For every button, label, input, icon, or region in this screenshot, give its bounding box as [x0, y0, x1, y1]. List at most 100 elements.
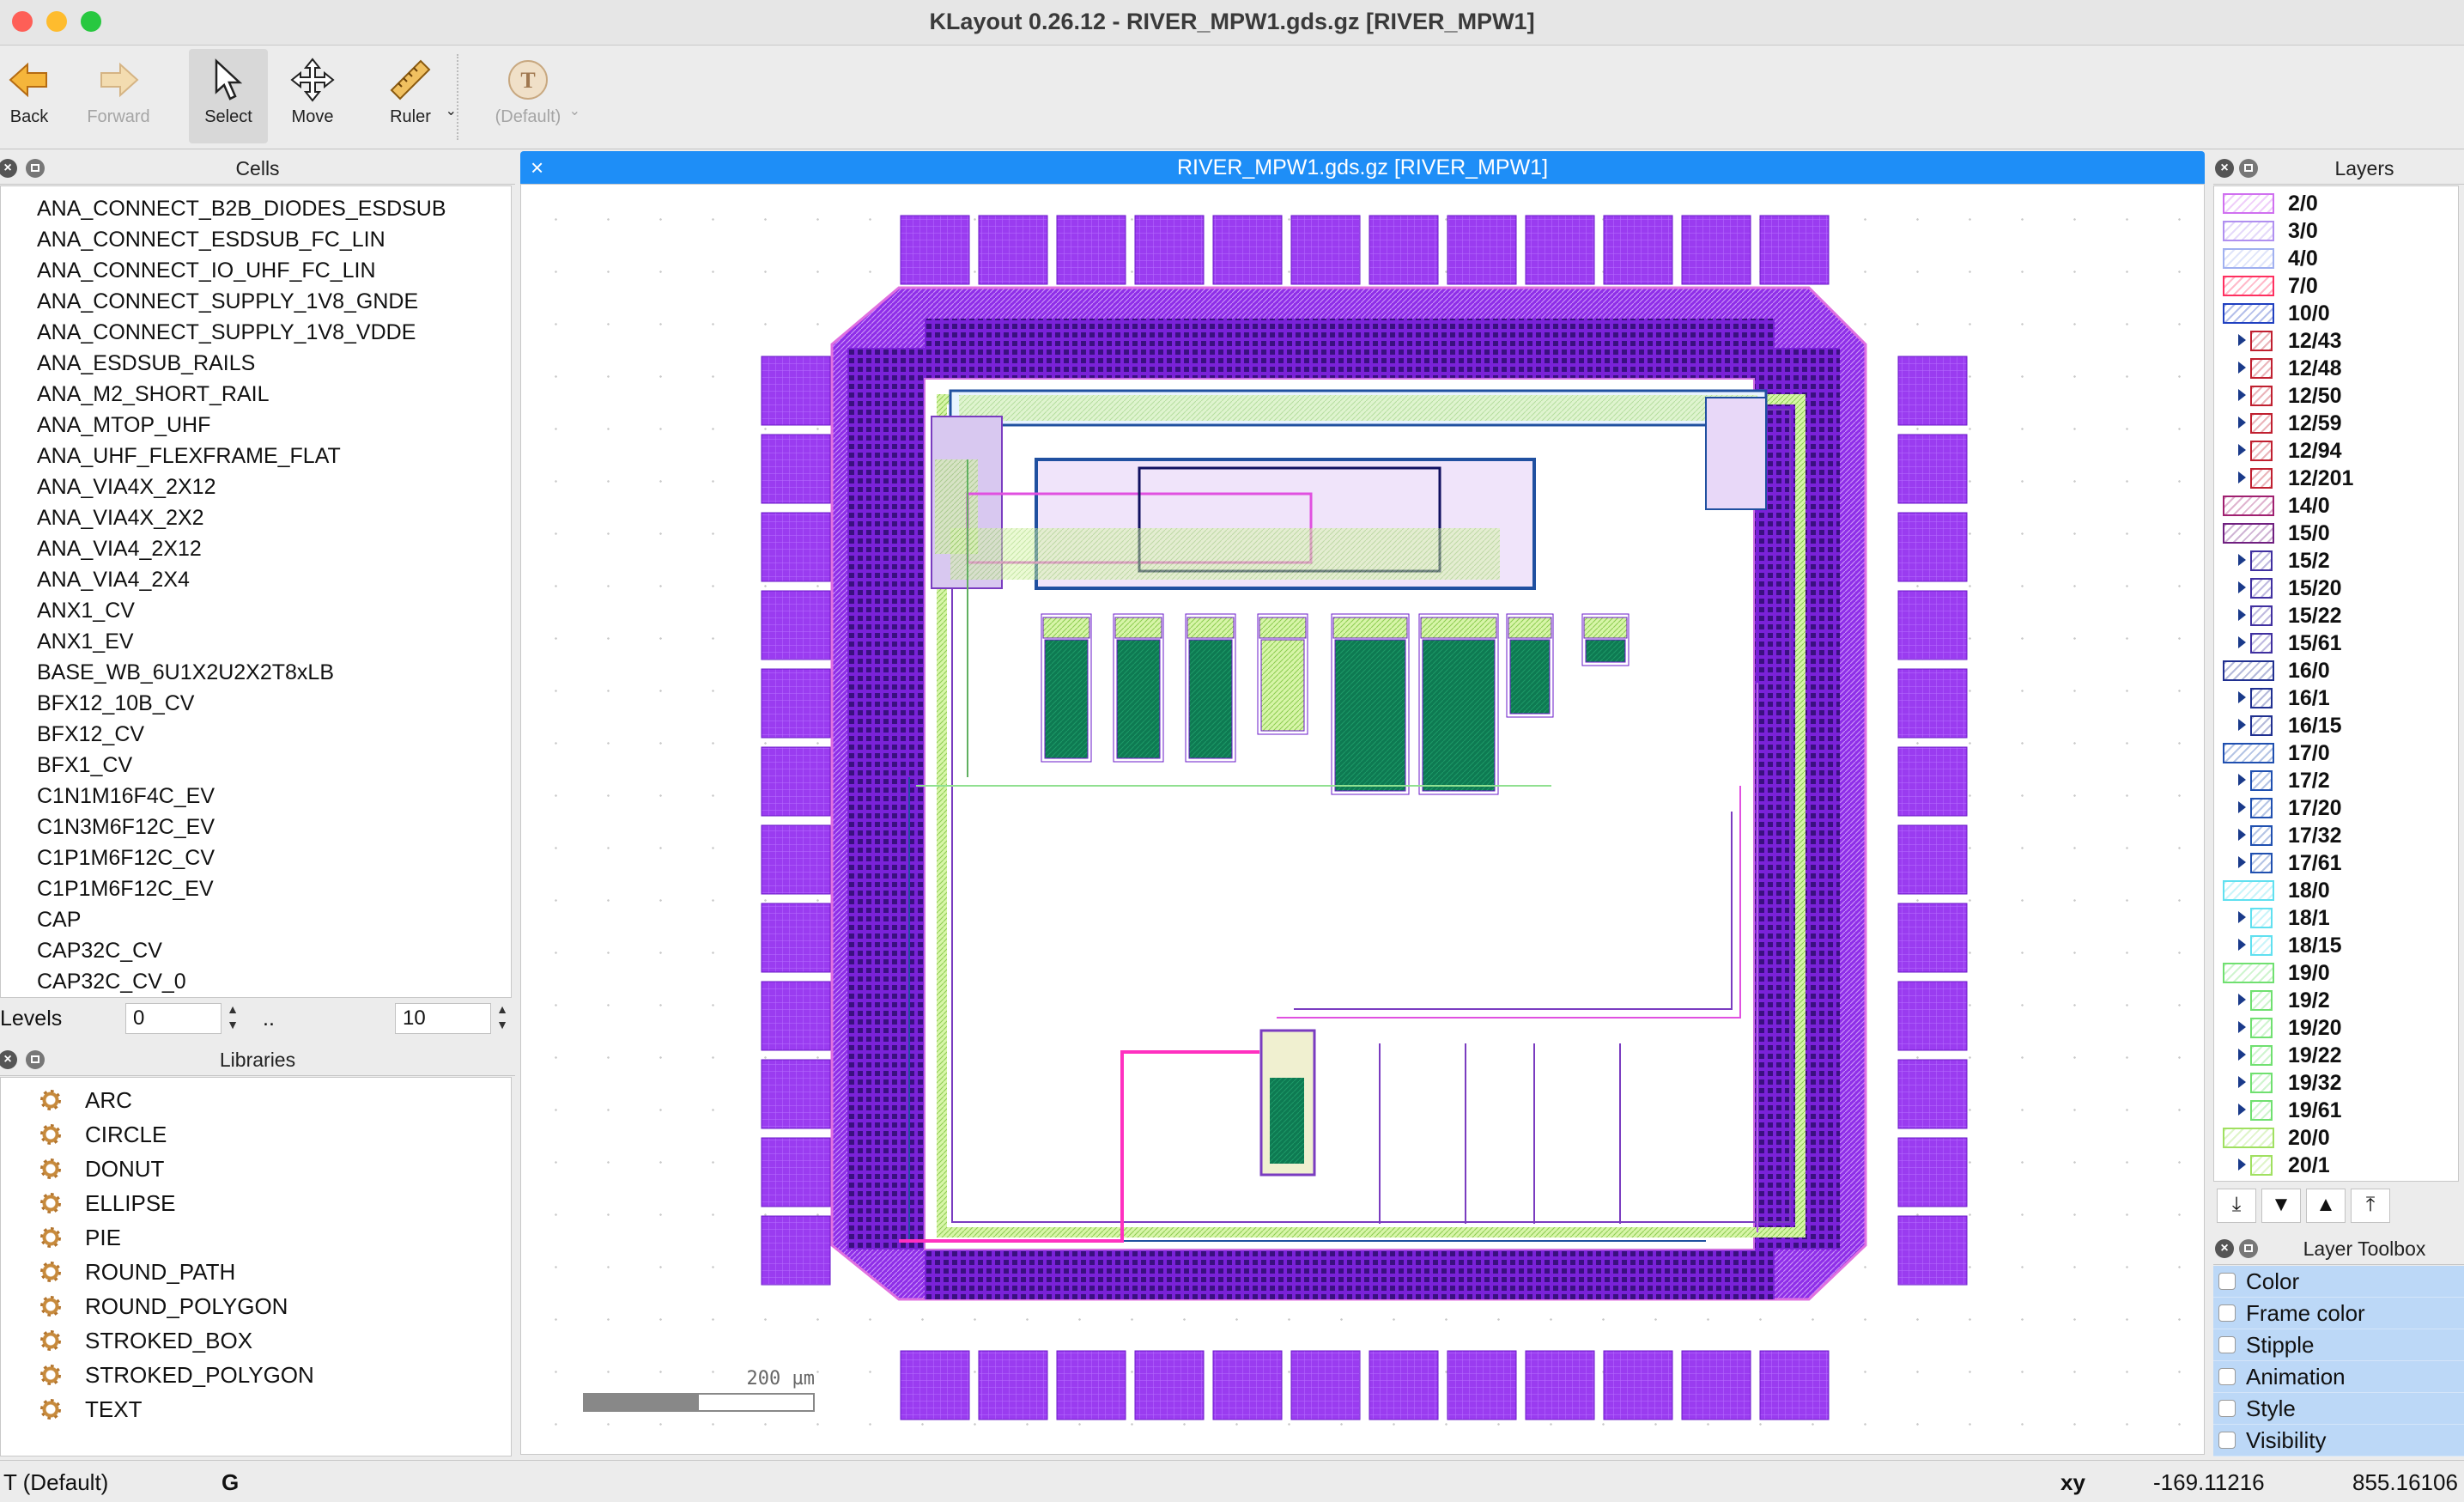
move-to-top-button[interactable]: ⤒ [2351, 1189, 2390, 1223]
toolbox-section-frame-color[interactable]: Frame color [2213, 1298, 2464, 1329]
cell-list-item[interactable]: ANA_M2_SHORT_RAIL [1, 379, 511, 410]
layer-row[interactable]: 20/1 [2214, 1152, 2458, 1179]
expand-triangle-icon[interactable] [2238, 856, 2246, 868]
cell-list-item[interactable]: BASE_WB_6U1X2U2X2T8xLB [1, 657, 511, 688]
layer-row[interactable]: 7/0 [2214, 272, 2458, 300]
section-expand-checkbox[interactable] [2218, 1304, 2236, 1322]
forward-button[interactable]: Forward [77, 49, 160, 143]
expand-triangle-icon[interactable] [2238, 1049, 2246, 1061]
expand-triangle-icon[interactable] [2238, 719, 2246, 731]
expand-triangle-icon[interactable] [2238, 389, 2246, 401]
layer-row[interactable]: 17/32 [2214, 822, 2458, 849]
layer-row[interactable]: 12/94 [2214, 437, 2458, 465]
cell-list-item[interactable]: C1P1M6F12C_EV [1, 873, 511, 904]
libraries-close-icon[interactable]: × [0, 1050, 17, 1069]
layer-row[interactable]: 15/22 [2214, 602, 2458, 629]
layer-row[interactable]: 19/20 [2214, 1014, 2458, 1042]
section-expand-checkbox[interactable] [2218, 1368, 2236, 1385]
layer-row[interactable]: 12/50 [2214, 382, 2458, 410]
layer-row[interactable]: 14/0 [2214, 492, 2458, 520]
cell-list-item[interactable]: C1P1M6F12C_CV [1, 842, 511, 873]
expand-triangle-icon[interactable] [2238, 444, 2246, 456]
expand-triangle-icon[interactable] [2238, 911, 2246, 923]
layer-row[interactable]: 12/43 [2214, 327, 2458, 355]
cells-list[interactable]: ANA_CONNECT_B2B_DIODES_ESDSUB ANA_CONNECT… [0, 185, 512, 998]
libraries-float-icon[interactable] [26, 1050, 45, 1069]
expand-triangle-icon[interactable] [2238, 994, 2246, 1006]
back-button[interactable]: Back [0, 49, 58, 143]
layer-row[interactable]: 15/61 [2214, 629, 2458, 657]
layer-row[interactable]: 12/59 [2214, 410, 2458, 437]
layer-row[interactable]: 4/0 [2214, 245, 2458, 272]
library-list-item[interactable]: ROUND_PATH [1, 1255, 511, 1289]
levels-from-stepper[interactable]: ▲ ▼ [223, 1001, 242, 1036]
cell-list-item[interactable]: ANX1_EV [1, 626, 511, 657]
expand-triangle-icon[interactable] [2238, 774, 2246, 786]
cell-list-item[interactable]: C1N3M6F12C_EV [1, 812, 511, 842]
cell-list-item[interactable]: ANA_VIA4_2X12 [1, 533, 511, 564]
expand-triangle-icon[interactable] [2238, 554, 2246, 566]
layer-row[interactable]: 16/15 [2214, 712, 2458, 739]
cell-list-item[interactable]: CAP32C_CV_0 [1, 966, 511, 997]
toolbox-section-visibility[interactable]: Visibility [2213, 1425, 2464, 1456]
layers-list[interactable]: 2/0 3/0 4/0 7/0 10/0 12/43 12/48 12/50 12/59 12/9… [2213, 185, 2459, 1182]
layer-row[interactable]: 15/2 [2214, 547, 2458, 575]
layer-row[interactable]: 15/20 [2214, 575, 2458, 602]
toolbox-section-animation[interactable]: Animation [2213, 1361, 2464, 1393]
layer-row[interactable]: 2/0 [2214, 190, 2458, 217]
move-up-button[interactable]: ▲ [2306, 1189, 2346, 1223]
layer-row[interactable]: 18/15 [2214, 932, 2458, 959]
layer-row[interactable]: 17/2 [2214, 767, 2458, 794]
section-expand-checkbox[interactable] [2218, 1432, 2236, 1449]
library-list-item[interactable]: STROKED_BOX [1, 1323, 511, 1358]
cell-list-item[interactable]: ANA_VIA4X_2X12 [1, 471, 511, 502]
library-list-item[interactable]: ELLIPSE [1, 1186, 511, 1220]
toolbox-section-style[interactable]: Style [2213, 1393, 2464, 1425]
layer-row[interactable]: 12/48 [2214, 355, 2458, 382]
expand-triangle-icon[interactable] [2238, 801, 2246, 813]
cell-list-item[interactable]: CAP32C_CV [1, 935, 511, 966]
expand-triangle-icon[interactable] [2238, 829, 2246, 841]
move-down-button[interactable]: ▼ [2261, 1189, 2301, 1223]
cell-list-item[interactable]: BFX12_10B_CV [1, 688, 511, 719]
layer-row[interactable]: 19/22 [2214, 1042, 2458, 1069]
expand-triangle-icon[interactable] [2238, 362, 2246, 374]
section-expand-checkbox[interactable] [2218, 1273, 2236, 1290]
ruler-dropdown-icon[interactable]: ⌄ [446, 102, 457, 119]
cell-list-item[interactable]: C1N1M16F4C_EV [1, 781, 511, 812]
cells-close-icon[interactable]: × [0, 159, 17, 178]
ruler-tool-button[interactable]: Ruler ⌄ [367, 49, 457, 143]
cell-list-item[interactable]: ANA_CONNECT_ESDSUB_FC_LIN [1, 224, 511, 255]
layer-row[interactable]: 15/0 [2214, 520, 2458, 547]
section-expand-checkbox[interactable] [2218, 1400, 2236, 1417]
layer-row[interactable]: 18/1 [2214, 904, 2458, 932]
levels-to-stepper[interactable]: ▲ ▼ [493, 1001, 512, 1036]
layer-row[interactable]: 19/2 [2214, 987, 2458, 1014]
cell-list-item[interactable]: ANX1_CV [1, 595, 511, 626]
cell-list-item[interactable]: ANA_CONNECT_B2B_DIODES_ESDSUB [1, 193, 511, 224]
library-list-item[interactable]: STROKED_POLYGON [1, 1358, 511, 1392]
move-to-bottom-button[interactable]: ⤓ [2217, 1189, 2256, 1223]
cell-list-item[interactable]: CAP [1, 904, 511, 935]
cell-list-item[interactable]: ANA_UHF_FLEXFRAME_FLAT [1, 441, 511, 471]
layers-float-icon[interactable] [2239, 159, 2258, 178]
cell-list-item[interactable]: ANA_VIA4_2X4 [1, 564, 511, 595]
library-list-item[interactable]: TEXT [1, 1392, 511, 1426]
expand-triangle-icon[interactable] [2238, 417, 2246, 429]
cell-list-item[interactable]: ANA_VIA4X_2X2 [1, 502, 511, 533]
layer-row[interactable]: 19/61 [2214, 1097, 2458, 1124]
cell-list-item[interactable]: ANA_CONNECT_IO_UHF_FC_LIN [1, 255, 511, 286]
library-list-item[interactable]: CIRCLE [1, 1117, 511, 1152]
expand-triangle-icon[interactable] [2238, 1076, 2246, 1088]
select-tool-button[interactable]: Select [189, 49, 268, 143]
cell-list-item[interactable]: ANA_ESDSUB_RAILS [1, 348, 511, 379]
layer-row[interactable]: 17/0 [2214, 739, 2458, 767]
library-list-item[interactable]: DONUT [1, 1152, 511, 1186]
expand-triangle-icon[interactable] [2238, 1021, 2246, 1033]
layout-tab[interactable]: × RIVER_MPW1.gds.gz [RIVER_MPW1] [520, 151, 2205, 184]
toolbox-close-icon[interactable]: × [2215, 1239, 2234, 1258]
layer-row[interactable]: 19/32 [2214, 1069, 2458, 1097]
layer-row[interactable]: 10/0 [2214, 300, 2458, 327]
cell-list-item[interactable]: ANA_CONNECT_SUPPLY_1V8_GNDE [1, 286, 511, 317]
layer-row[interactable]: 12/201 [2214, 465, 2458, 492]
